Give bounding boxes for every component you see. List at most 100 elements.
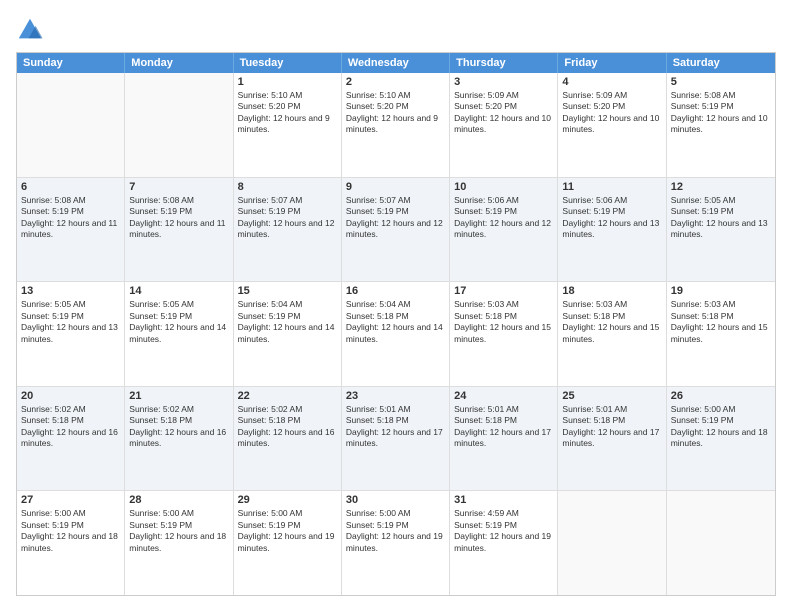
day-header-monday: Monday (125, 53, 233, 73)
day-info: Sunrise: 5:10 AMSunset: 5:20 PMDaylight:… (238, 90, 337, 136)
day-number: 5 (671, 76, 771, 88)
day-info: Sunrise: 5:03 AMSunset: 5:18 PMDaylight:… (671, 299, 771, 345)
day-info: Sunrise: 5:00 AMSunset: 5:19 PMDaylight:… (21, 508, 120, 554)
day-number: 12 (671, 181, 771, 193)
day-info: Sunrise: 5:08 AMSunset: 5:19 PMDaylight:… (671, 90, 771, 136)
day-cell: 25 Sunrise: 5:01 AMSunset: 5:18 PMDayligh… (558, 387, 666, 491)
day-info: Sunrise: 5:02 AMSunset: 5:18 PMDaylight:… (238, 404, 337, 450)
day-cell: 5 Sunrise: 5:08 AMSunset: 5:19 PMDaylight… (667, 73, 775, 177)
day-info: Sunrise: 5:10 AMSunset: 5:20 PMDaylight:… (346, 90, 445, 136)
day-number: 25 (562, 390, 661, 402)
day-cell: 28 Sunrise: 5:00 AMSunset: 5:19 PMDayligh… (125, 491, 233, 595)
day-number: 11 (562, 181, 661, 193)
day-number: 6 (21, 181, 120, 193)
day-number: 16 (346, 285, 445, 297)
day-number: 24 (454, 390, 553, 402)
day-number: 27 (21, 494, 120, 506)
day-info: Sunrise: 5:03 AMSunset: 5:18 PMDaylight:… (454, 299, 553, 345)
day-info: Sunrise: 5:00 AMSunset: 5:19 PMDaylight:… (671, 404, 771, 450)
day-info: Sunrise: 5:07 AMSunset: 5:19 PMDaylight:… (238, 195, 337, 241)
day-info: Sunrise: 5:01 AMSunset: 5:18 PMDaylight:… (562, 404, 661, 450)
logo (16, 16, 46, 44)
day-cell: 14 Sunrise: 5:05 AMSunset: 5:19 PMDayligh… (125, 282, 233, 386)
day-header-wednesday: Wednesday (342, 53, 450, 73)
day-cell (17, 73, 125, 177)
day-cell: 8 Sunrise: 5:07 AMSunset: 5:19 PMDaylight… (234, 178, 342, 282)
day-cell (667, 491, 775, 595)
week-row-1: 6 Sunrise: 5:08 AMSunset: 5:19 PMDaylight… (17, 178, 775, 283)
day-info: Sunrise: 5:01 AMSunset: 5:18 PMDaylight:… (346, 404, 445, 450)
day-info: Sunrise: 5:09 AMSunset: 5:20 PMDaylight:… (562, 90, 661, 136)
day-cell (125, 73, 233, 177)
page: SundayMondayTuesdayWednesdayThursdayFrid… (0, 0, 792, 612)
day-number: 26 (671, 390, 771, 402)
day-header-sunday: Sunday (17, 53, 125, 73)
day-info: Sunrise: 5:01 AMSunset: 5:18 PMDaylight:… (454, 404, 553, 450)
calendar-body: 1 Sunrise: 5:10 AMSunset: 5:20 PMDaylight… (17, 73, 775, 595)
day-number: 15 (238, 285, 337, 297)
day-cell: 24 Sunrise: 5:01 AMSunset: 5:18 PMDayligh… (450, 387, 558, 491)
day-cell (558, 491, 666, 595)
day-cell: 29 Sunrise: 5:00 AMSunset: 5:19 PMDayligh… (234, 491, 342, 595)
day-info: Sunrise: 5:02 AMSunset: 5:18 PMDaylight:… (129, 404, 228, 450)
day-number: 3 (454, 76, 553, 88)
day-number: 14 (129, 285, 228, 297)
day-info: Sunrise: 5:07 AMSunset: 5:19 PMDaylight:… (346, 195, 445, 241)
day-number: 22 (238, 390, 337, 402)
day-cell: 20Sunrise: 5:02 AMSunset: 5:18 PMDayligh… (17, 387, 125, 491)
week-row-0: 1 Sunrise: 5:10 AMSunset: 5:20 PMDaylight… (17, 73, 775, 178)
day-number: 9 (346, 181, 445, 193)
day-info: Sunrise: 5:03 AMSunset: 5:18 PMDaylight:… (562, 299, 661, 345)
day-cell: 3 Sunrise: 5:09 AMSunset: 5:20 PMDaylight… (450, 73, 558, 177)
day-cell: 27 Sunrise: 5:00 AMSunset: 5:19 PMDayligh… (17, 491, 125, 595)
day-cell: 22 Sunrise: 5:02 AMSunset: 5:18 PMDayligh… (234, 387, 342, 491)
day-cell: 19 Sunrise: 5:03 AMSunset: 5:18 PMDayligh… (667, 282, 775, 386)
day-info: Sunrise: 5:08 AMSunset: 5:19 PMDaylight:… (21, 195, 120, 241)
day-number: 20 (21, 390, 120, 402)
day-cell: 13 Sunrise: 5:05 AMSunset: 5:19 PMDayligh… (17, 282, 125, 386)
day-cell: 21Sunrise: 5:02 AMSunset: 5:18 PMDayligh… (125, 387, 233, 491)
day-number: 28 (129, 494, 228, 506)
logo-icon (16, 16, 44, 44)
day-cell: 9 Sunrise: 5:07 AMSunset: 5:19 PMDaylight… (342, 178, 450, 282)
week-row-2: 13 Sunrise: 5:05 AMSunset: 5:19 PMDayligh… (17, 282, 775, 387)
day-cell: 1 Sunrise: 5:10 AMSunset: 5:20 PMDaylight… (234, 73, 342, 177)
day-info: Sunrise: 5:04 AMSunset: 5:19 PMDaylight:… (238, 299, 337, 345)
day-cell: 30 Sunrise: 5:00 AMSunset: 5:19 PMDayligh… (342, 491, 450, 595)
day-number: 23 (346, 390, 445, 402)
day-info: Sunrise: 5:00 AMSunset: 5:19 PMDaylight:… (238, 508, 337, 554)
day-info: Sunrise: 5:06 AMSunset: 5:19 PMDaylight:… (562, 195, 661, 241)
day-info: Sunrise: 5:08 AMSunset: 5:19 PMDaylight:… (129, 195, 228, 241)
day-cell: 12Sunrise: 5:05 AMSunset: 5:19 PMDayligh… (667, 178, 775, 282)
day-cell: 4 Sunrise: 5:09 AMSunset: 5:20 PMDaylight… (558, 73, 666, 177)
day-cell: 23 Sunrise: 5:01 AMSunset: 5:18 PMDayligh… (342, 387, 450, 491)
day-info: Sunrise: 5:05 AMSunset: 5:19 PMDaylight:… (21, 299, 120, 345)
day-info: Sunrise: 5:05 AMSunset: 5:19 PMDaylight:… (129, 299, 228, 345)
day-cell: 18 Sunrise: 5:03 AMSunset: 5:18 PMDayligh… (558, 282, 666, 386)
day-number: 17 (454, 285, 553, 297)
day-number: 29 (238, 494, 337, 506)
day-cell: 7 Sunrise: 5:08 AMSunset: 5:19 PMDaylight… (125, 178, 233, 282)
day-cell: 15 Sunrise: 5:04 AMSunset: 5:19 PMDayligh… (234, 282, 342, 386)
day-cell: 17 Sunrise: 5:03 AMSunset: 5:18 PMDayligh… (450, 282, 558, 386)
day-number: 18 (562, 285, 661, 297)
day-number: 2 (346, 76, 445, 88)
day-number: 19 (671, 285, 771, 297)
day-number: 8 (238, 181, 337, 193)
day-number: 4 (562, 76, 661, 88)
day-number: 7 (129, 181, 228, 193)
day-number: 1 (238, 76, 337, 88)
calendar: SundayMondayTuesdayWednesdayThursdayFrid… (16, 52, 776, 596)
day-header-thursday: Thursday (450, 53, 558, 73)
day-info: Sunrise: 5:09 AMSunset: 5:20 PMDaylight:… (454, 90, 553, 136)
day-number: 30 (346, 494, 445, 506)
day-info: Sunrise: 5:00 AMSunset: 5:19 PMDaylight:… (129, 508, 228, 554)
day-header-saturday: Saturday (667, 53, 775, 73)
day-number: 31 (454, 494, 553, 506)
day-info: Sunrise: 4:59 AMSunset: 5:19 PMDaylight:… (454, 508, 553, 554)
day-cell: 31 Sunrise: 4:59 AMSunset: 5:19 PMDayligh… (450, 491, 558, 595)
day-info: Sunrise: 5:00 AMSunset: 5:19 PMDaylight:… (346, 508, 445, 554)
week-row-3: 20 Sunrise: 5:02 AMSunset: 5:18 PMDayligh… (17, 387, 775, 492)
day-cell: 11 Sunrise: 5:06 AMSunset: 5:19 PMDayligh… (558, 178, 666, 282)
day-number: 13 (21, 285, 120, 297)
